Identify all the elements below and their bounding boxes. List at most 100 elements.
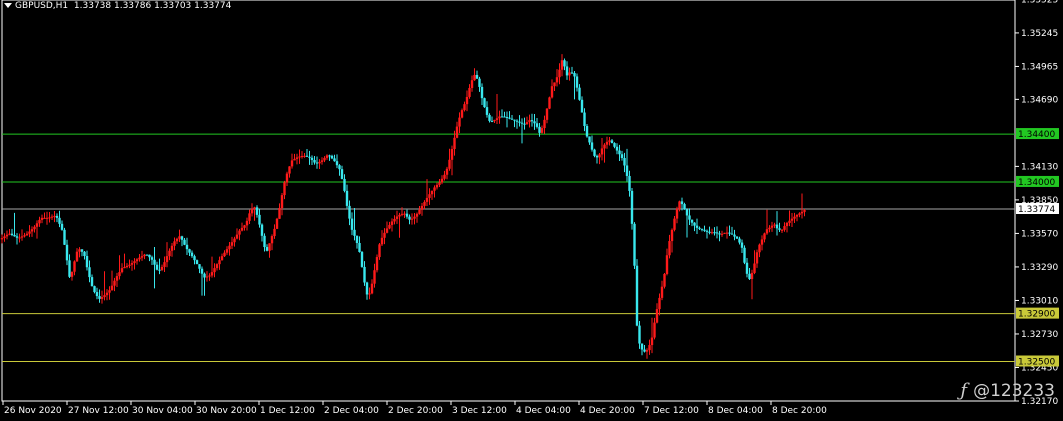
plot-frame [1, 0, 1016, 402]
candle-body [18, 237, 21, 239]
candle-body [25, 233, 29, 236]
collapse-triangle-icon[interactable] [4, 3, 12, 8]
candle-body [738, 238, 741, 243]
candle-body [693, 222, 696, 226]
candle-body [108, 290, 111, 293]
candle-body [595, 155, 599, 158]
x-tick-label: 30 Nov 04:00 [132, 406, 193, 416]
candle-body [88, 267, 91, 278]
candle-body [335, 161, 339, 166]
candle-body [230, 242, 234, 246]
candle-body [725, 232, 729, 234]
candle-body [648, 345, 651, 351]
candle-body [585, 125, 589, 137]
candle-body [618, 150, 621, 155]
candle-body [123, 267, 126, 269]
candle-body [768, 227, 771, 230]
y-tick-label: 1.32730 [1021, 330, 1058, 340]
candle-body [655, 309, 659, 323]
candle-body [50, 216, 54, 218]
candle-body [798, 213, 801, 215]
candle-body [203, 273, 206, 278]
candle-body [363, 266, 366, 283]
candle-body [98, 296, 101, 299]
candle-body [485, 107, 489, 115]
candle-body [600, 148, 604, 155]
candle-body [578, 87, 581, 100]
y-tick-label: 1.33010 [1021, 296, 1058, 306]
candle-body [465, 96, 469, 105]
candle-body [483, 98, 486, 108]
candle-body [570, 72, 574, 74]
candle-body [683, 204, 686, 210]
candle-body [755, 252, 759, 264]
candle-body [90, 277, 94, 287]
candle-body [715, 232, 719, 234]
candle-body [33, 226, 36, 230]
candle-body [328, 155, 331, 157]
price-chart[interactable]: 1.355251.352451.349651.346901.341301.338… [0, 0, 1063, 421]
candle-body [575, 76, 579, 88]
candle-body [283, 182, 286, 196]
candle-body [43, 217, 46, 219]
candle-body [690, 219, 694, 223]
watermark-text: @123233 [973, 380, 1055, 401]
candle-body [620, 154, 624, 159]
candle-body [450, 149, 454, 160]
candle-body [508, 117, 511, 119]
candle-body [413, 216, 416, 219]
candle-body [268, 243, 271, 251]
candle-body [643, 349, 646, 352]
candle-body [660, 286, 664, 298]
candle-body [405, 213, 409, 217]
candle-body [403, 213, 406, 215]
candle-body [330, 155, 334, 159]
candle-body [548, 97, 551, 109]
candle-body [615, 146, 619, 151]
candle-body [340, 169, 344, 179]
candle-body [763, 233, 766, 240]
candle-body [410, 218, 414, 220]
candle-body [608, 140, 611, 142]
candle-body [688, 215, 691, 220]
candle-body [343, 178, 346, 191]
candle-body [205, 276, 209, 278]
candle-body [515, 120, 519, 122]
candle-body [273, 228, 276, 237]
candle-body [498, 116, 501, 119]
candle-body [503, 116, 506, 118]
candle-body [175, 238, 179, 242]
candle-body [790, 218, 794, 221]
candle-body [445, 168, 449, 175]
candle-body [188, 249, 191, 253]
candle-body [783, 226, 786, 230]
candle-body [560, 60, 564, 70]
candle-body [425, 197, 429, 202]
candle-body [675, 208, 679, 219]
candle-body [460, 110, 464, 118]
candle-body [73, 261, 76, 272]
candle-body [28, 231, 31, 234]
candle-body [640, 343, 644, 350]
level-price-label: 1.34000 [1018, 178, 1055, 188]
candle-body [375, 257, 379, 271]
candle-body [785, 222, 789, 227]
candle-body [185, 244, 189, 250]
candle-body [753, 263, 756, 273]
candle-body [365, 282, 369, 295]
candle-body [253, 207, 256, 209]
candle-body [680, 201, 684, 205]
candle-body [720, 233, 724, 235]
x-tick-label: 4 Dec 20:00 [580, 406, 635, 416]
candle-body [70, 271, 74, 277]
candle-body [435, 184, 439, 188]
candle-body [318, 161, 321, 164]
candle-body [500, 116, 504, 118]
candle-body [355, 235, 359, 243]
candle-body [223, 252, 226, 257]
candle-body [628, 175, 631, 191]
x-tick-label: 7 Dec 12:00 [644, 406, 699, 416]
candle-body [800, 211, 804, 214]
candle-body [415, 213, 419, 217]
candle-body [583, 112, 586, 126]
